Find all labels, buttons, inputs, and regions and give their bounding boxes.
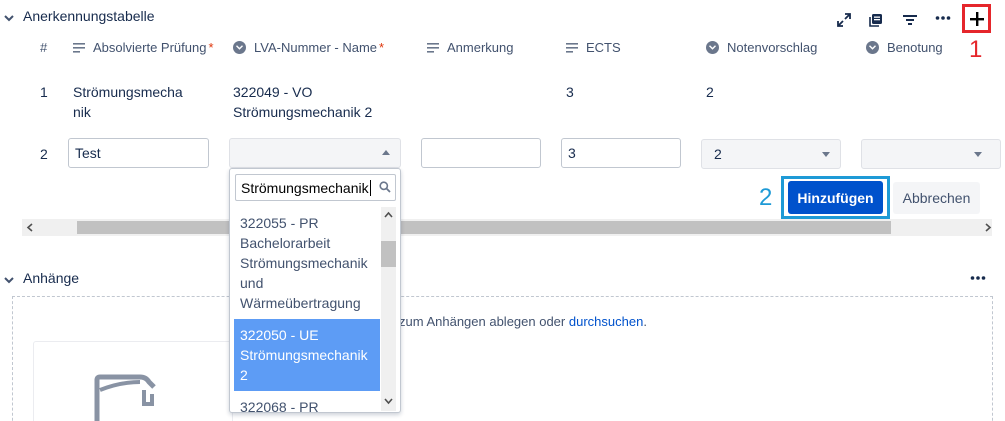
column-header-notenvorschlag[interactable]: Notenvorschlag: [706, 40, 817, 55]
scroll-down-icon[interactable]: [384, 398, 393, 405]
row-1-notenvorschlag[interactable]: 2: [706, 82, 714, 102]
filter-icon[interactable]: [900, 10, 920, 30]
browse-link[interactable]: durchsuchen: [569, 314, 643, 329]
chevron-down-icon: [974, 152, 982, 157]
chevron-up-icon: [382, 150, 390, 155]
scroll-right-icon[interactable]: [984, 223, 992, 232]
cancel-button[interactable]: Abbrechen: [893, 182, 980, 214]
expand-icon[interactable]: [834, 10, 854, 30]
ects-input[interactable]: [561, 138, 681, 168]
anmerkung-input[interactable]: [421, 138, 541, 168]
lva-select[interactable]: [229, 138, 401, 168]
select-field-icon: [233, 41, 246, 54]
column-header-ects[interactable]: ECTS: [566, 40, 621, 55]
notenvorschlag-select[interactable]: 2: [701, 139, 841, 169]
row-1-pruefung[interactable]: Strömungsmecha nik: [73, 82, 183, 122]
horizontal-scrollbar[interactable]: [22, 219, 992, 236]
dropdown-option-list[interactable]: 322055 - PR Bachelorarbeit Strömungsmech…: [234, 207, 380, 412]
callout-number-2: 2: [759, 184, 773, 211]
drop-zone-text: zum Anhängen ablegen oder durchsuchen.: [399, 314, 647, 329]
dropdown-option[interactable]: 322068 - PR: [234, 391, 380, 412]
callout-box-1: [962, 4, 991, 33]
column-header-absolvierte-pruefung[interactable]: Absolvierte Prüfung *: [73, 40, 214, 55]
column-header-lva-nummer[interactable]: LVA-Nummer - Name *: [233, 40, 384, 55]
search-icon: [379, 181, 391, 193]
scroll-left-icon[interactable]: [26, 223, 34, 232]
benotung-select[interactable]: [861, 139, 1001, 169]
select-field-icon: [866, 41, 879, 54]
more-options-icon[interactable]: [933, 8, 953, 28]
pruefung-input[interactable]: [68, 138, 209, 168]
dropdown-search-input[interactable]: Strömungsmechanik: [235, 174, 396, 201]
chevron-down-icon: [822, 152, 830, 157]
dropdown-option[interactable]: 322055 - PR Bachelorarbeit Strömungsmech…: [234, 207, 380, 319]
chevron-down-icon: [4, 15, 14, 22]
attachment-thumbnail-card[interactable]: [33, 341, 233, 421]
row-1-lva[interactable]: 322049 - VO Strömungsmechanik 2: [233, 82, 372, 122]
attachments-more-options-icon[interactable]: [968, 268, 988, 288]
column-header-benotung[interactable]: Benotung: [866, 40, 943, 55]
table-section-toggle[interactable]: [4, 10, 14, 26]
table-section-title: Anerkennungstabelle: [23, 8, 155, 24]
row-1-number: 1: [40, 84, 48, 100]
document-icon: [94, 374, 156, 421]
dropdown-option-selected[interactable]: 322050 - UE Strömungsmechanik 2: [234, 319, 380, 391]
dropdown-scrollbar[interactable]: [381, 207, 396, 411]
chevron-down-icon: [4, 277, 14, 284]
text-field-icon: [427, 42, 439, 53]
row-1-ects[interactable]: 3: [566, 82, 574, 102]
lva-dropdown: Strömungsmechanik 322055 - PR Bachelorar…: [229, 168, 401, 413]
text-field-icon: [566, 42, 578, 53]
column-header-number: #: [40, 40, 48, 55]
callout-number-1: 1: [969, 36, 983, 63]
select-field-icon: [706, 41, 719, 54]
callout-box-2: [781, 176, 890, 219]
copy-icon[interactable]: [866, 10, 886, 30]
dropdown-scrollbar-thumb[interactable]: [381, 241, 396, 267]
horizontal-scrollbar-thumb[interactable]: [77, 221, 891, 234]
row-2-number: 2: [40, 146, 48, 162]
scroll-up-icon[interactable]: [384, 211, 393, 218]
text-field-icon: [73, 42, 85, 53]
attachments-section-title: Anhänge: [23, 270, 80, 286]
attachments-section-toggle[interactable]: [4, 272, 14, 288]
column-header-anmerkung[interactable]: Anmerkung: [427, 40, 513, 55]
